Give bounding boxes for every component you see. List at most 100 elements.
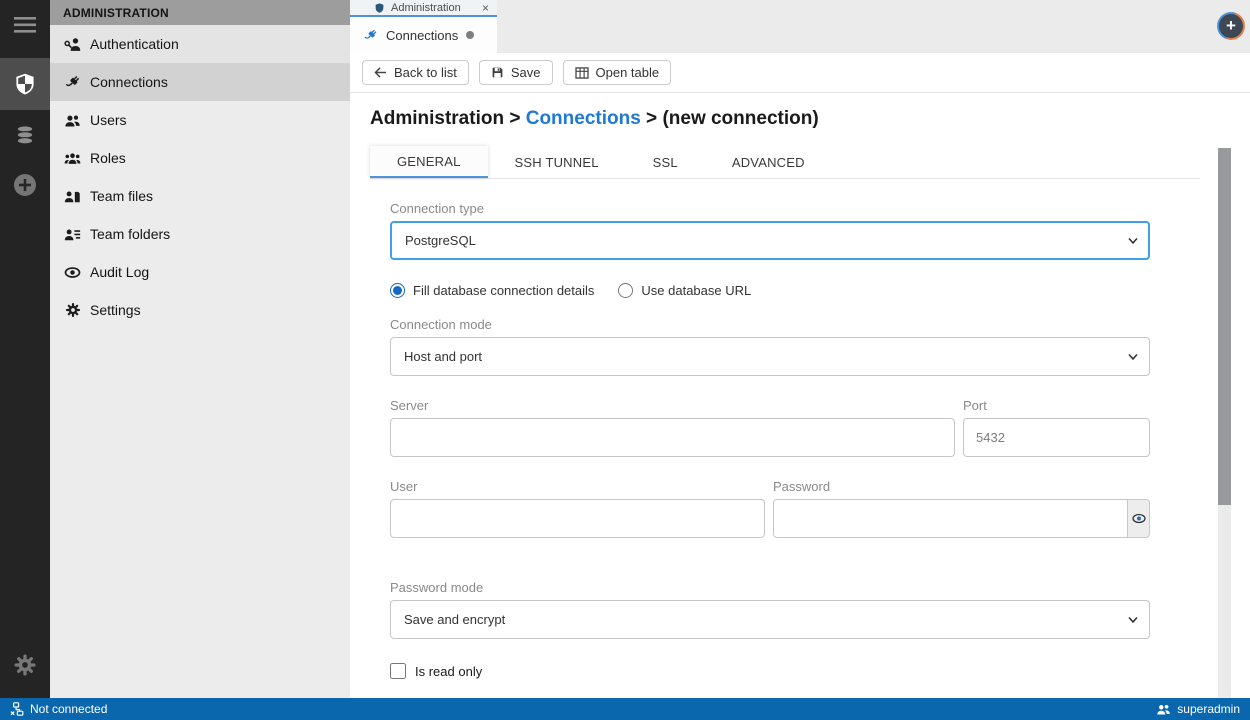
shield-admin-icon [14, 72, 36, 96]
administration-sidebar: ADMINISTRATION Authentication [50, 0, 350, 698]
tab-ssl[interactable]: SSL [626, 146, 705, 178]
shield-icon [374, 2, 385, 14]
sidebar-header: ADMINISTRATION [50, 0, 350, 25]
sidebar-item-settings[interactable]: Settings [50, 291, 350, 329]
breadcrumb-connections-link[interactable]: Connections [526, 108, 641, 129]
iconbar-settings-button[interactable] [0, 640, 50, 690]
team-folders-icon [64, 226, 81, 243]
tab-general[interactable]: GENERAL [370, 146, 488, 178]
roles-icon [64, 150, 81, 167]
database-nav-button[interactable] [0, 110, 50, 160]
plus-circle-icon [12, 172, 38, 198]
auth-key-person-icon [64, 36, 81, 53]
is-read-only-row[interactable]: Is read only [390, 663, 1150, 679]
open-table-button[interactable]: Open table [563, 60, 672, 85]
sidebar-item-label: Users [90, 112, 127, 128]
save-button[interactable]: Save [479, 60, 553, 85]
sidebar-item-audit-log[interactable]: Audit Log [50, 253, 350, 291]
sidebar-item-roles[interactable]: Roles [50, 139, 350, 177]
tab-advanced[interactable]: ADVANCED [705, 146, 832, 178]
app-window: ADMINISTRATION Authentication [0, 0, 1250, 720]
current-user-name: superadmin [1177, 702, 1240, 716]
app-iconbar [0, 0, 50, 698]
administration-nav-button[interactable] [0, 58, 50, 110]
main-area: Administration × Connections [350, 0, 1250, 698]
scrollbar-thumb[interactable] [1218, 148, 1231, 505]
is-read-only-label: Is read only [415, 664, 482, 679]
back-to-list-label: Back to list [394, 65, 457, 80]
radio-use-database-url[interactable]: Use database URL [618, 283, 751, 298]
database-icon [14, 124, 36, 146]
general-form: Connection type PostgreSQL Fill database… [390, 201, 1150, 679]
unsaved-changes-dot [466, 31, 474, 39]
connection-detail-mode-group: Fill database connection details Use dat… [390, 283, 1150, 298]
connection-form-panel: Administration > Connections > (new conn… [350, 93, 1250, 698]
sidebar-item-team-folders[interactable]: Team folders [50, 215, 350, 253]
plug-icon [64, 74, 81, 91]
subtab-connections[interactable]: Connections [350, 17, 497, 53]
breadcrumb-administration: Administration [370, 108, 504, 129]
password-input[interactable] [773, 499, 1128, 538]
disconnected-icon [10, 702, 24, 716]
sidebar-item-label: Settings [90, 302, 141, 318]
add-connection-button[interactable]: + [1217, 12, 1245, 40]
close-icon[interactable]: × [482, 2, 489, 14]
password-label: Password [773, 479, 1150, 494]
connection-type-label: Connection type [390, 201, 1150, 216]
users-icon [64, 112, 81, 129]
breadcrumb: Administration > Connections > (new conn… [370, 108, 1230, 130]
current-user[interactable]: superadmin [1156, 702, 1240, 716]
connection-status: Not connected [10, 702, 107, 716]
connection-mode-label: Connection mode [390, 317, 1150, 332]
sidebar-item-team-files[interactable]: Team files [50, 177, 350, 215]
team-files-icon [64, 188, 81, 205]
user-input[interactable] [390, 499, 765, 538]
plug-icon [363, 28, 378, 43]
radio-input[interactable] [618, 283, 633, 298]
sidebar-item-connections[interactable]: Connections [50, 63, 350, 101]
back-to-list-button[interactable]: Back to list [362, 60, 469, 85]
port-input[interactable] [963, 418, 1150, 457]
password-reveal-button[interactable] [1128, 499, 1150, 538]
eye-icon [1132, 513, 1146, 524]
radio-fill-connection-details[interactable]: Fill database connection details [390, 283, 594, 298]
sidebar-item-label: Roles [90, 150, 126, 166]
connection-status-text: Not connected [30, 702, 107, 716]
vertical-scrollbar[interactable] [1218, 148, 1231, 698]
user-label: User [390, 479, 765, 494]
server-input[interactable] [390, 418, 955, 457]
sidebar-item-label: Audit Log [90, 264, 149, 280]
connection-form-tabs: GENERAL SSH TUNNEL SSL ADVANCED [370, 146, 1200, 179]
sidebar-item-users[interactable]: Users [50, 101, 350, 139]
add-nav-button[interactable] [0, 160, 50, 210]
sidebar-item-label: Authentication [90, 36, 179, 52]
subtab-label: Connections [386, 28, 458, 43]
sidebar-item-label: Team folders [90, 226, 170, 242]
plus-icon: + [1219, 14, 1243, 38]
table-icon [575, 67, 589, 79]
server-label: Server [390, 398, 955, 413]
sidebar-item-authentication[interactable]: Authentication [50, 25, 350, 63]
menu-icon [12, 16, 38, 34]
tab-label: Administration [391, 2, 476, 14]
gear-icon [13, 653, 37, 677]
sidebar-item-label: Team files [90, 188, 153, 204]
gear-icon [64, 302, 81, 319]
connection-mode-select[interactable]: Host and port [390, 337, 1150, 376]
is-read-only-checkbox[interactable] [390, 663, 406, 679]
status-bar: Not connected superadmin [0, 698, 1250, 720]
connection-type-select[interactable]: PostgreSQL [390, 221, 1150, 260]
tab-administration[interactable]: Administration × [350, 0, 497, 17]
password-mode-select[interactable]: Save and encrypt [390, 600, 1150, 639]
save-icon [491, 66, 504, 79]
breadcrumb-new-connection: (new connection) [662, 108, 818, 129]
eye-icon [64, 264, 81, 281]
open-table-label: Open table [596, 65, 660, 80]
user-icon [1156, 703, 1171, 716]
save-label: Save [511, 65, 541, 80]
tab-ssh-tunnel[interactable]: SSH TUNNEL [488, 146, 626, 178]
top-tab-strip: Administration × Connections [350, 0, 1250, 53]
sidebar-item-label: Connections [90, 74, 168, 90]
radio-input[interactable] [390, 283, 405, 298]
menu-button[interactable] [0, 0, 50, 50]
